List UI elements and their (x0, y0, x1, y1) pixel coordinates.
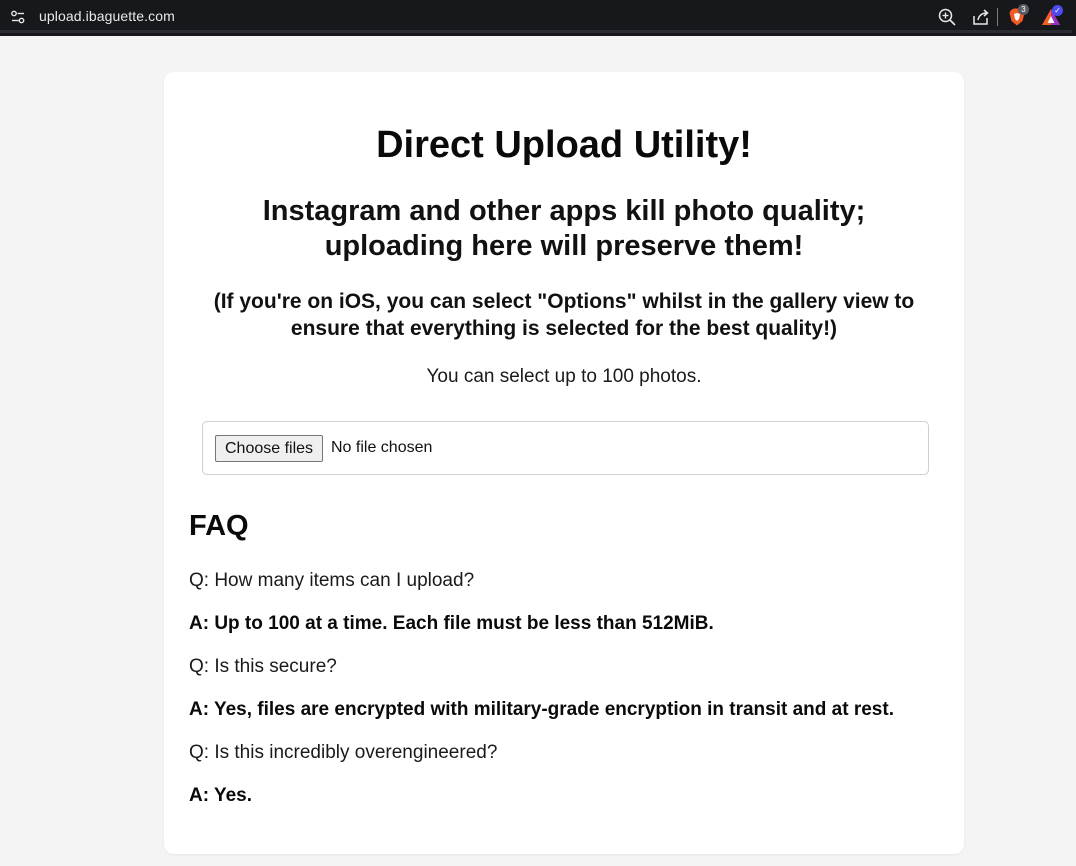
upload-card: Direct Upload Utility! Instagram and oth… (164, 72, 964, 854)
rewards-verified-icon: ✓ (1052, 5, 1063, 16)
faq-list: Q: How many items can I upload? A: Up to… (189, 569, 949, 827)
faq-question: Q: How many items can I upload? (189, 570, 475, 591)
toolbar-divider (997, 8, 998, 26)
faq-title: FAQ (189, 510, 249, 542)
share-icon[interactable] (971, 7, 991, 27)
faq-answer: A: Yes, files are encrypted with militar… (189, 699, 894, 720)
page-title: Direct Upload Utility! (376, 124, 752, 166)
faq-answer: A: Up to 100 at a time. Each file must b… (189, 613, 714, 634)
browser-toolbar: upload.ibaguette.com 3 ✓ (0, 0, 1076, 36)
site-settings-icon[interactable] (10, 9, 26, 25)
brave-shields-badge: 3 (1018, 4, 1029, 15)
choose-files-button[interactable]: Choose files (215, 435, 324, 462)
file-status-text: No file chosen (331, 439, 433, 456)
faq-question: Q: Is this incredibly overengineered? (189, 742, 498, 763)
ios-instructions: (If you're on iOS, you can select "Optio… (213, 290, 915, 340)
faq-question: Q: Is this secure? (189, 656, 337, 677)
file-upload-container[interactable]: Choose files No file chosen (202, 421, 929, 475)
address-bar[interactable]: upload.ibaguette.com 3 ✓ (0, 0, 1072, 33)
page-subtitle: Instagram and other apps kill photo qual… (262, 195, 866, 262)
zoom-icon[interactable] (937, 7, 957, 27)
faq-answer: A: Yes. (189, 785, 253, 806)
url-text[interactable]: upload.ibaguette.com (39, 8, 175, 24)
upload-limit-note: You can select up to 100 photos. (426, 366, 702, 387)
